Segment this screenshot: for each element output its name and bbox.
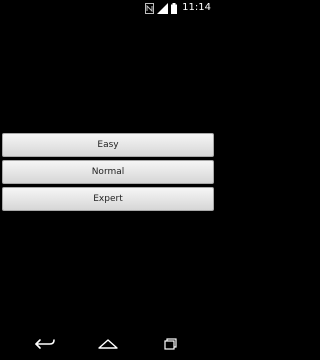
nfc-icon — [145, 2, 155, 14]
home-button[interactable] — [95, 336, 121, 352]
status-clock: 11:14 — [182, 2, 211, 13]
back-button[interactable] — [32, 336, 58, 352]
home-icon — [97, 335, 119, 354]
status-icons: 11:14 — [145, 1, 211, 15]
normal-button[interactable]: Normal — [2, 160, 214, 184]
status-bar: 11:14 — [0, 0, 216, 16]
back-icon — [34, 335, 56, 354]
app-screen: 11:14 Easy Normal Expert — [0, 0, 216, 360]
recents-icon — [164, 335, 178, 354]
easy-button[interactable]: Easy — [2, 133, 214, 157]
recents-button[interactable] — [158, 336, 184, 352]
signal-icon — [157, 2, 169, 14]
battery-icon — [171, 2, 178, 14]
difficulty-menu: Easy Normal Expert — [2, 133, 214, 214]
navigation-bar — [0, 328, 216, 360]
expert-button[interactable]: Expert — [2, 187, 214, 211]
